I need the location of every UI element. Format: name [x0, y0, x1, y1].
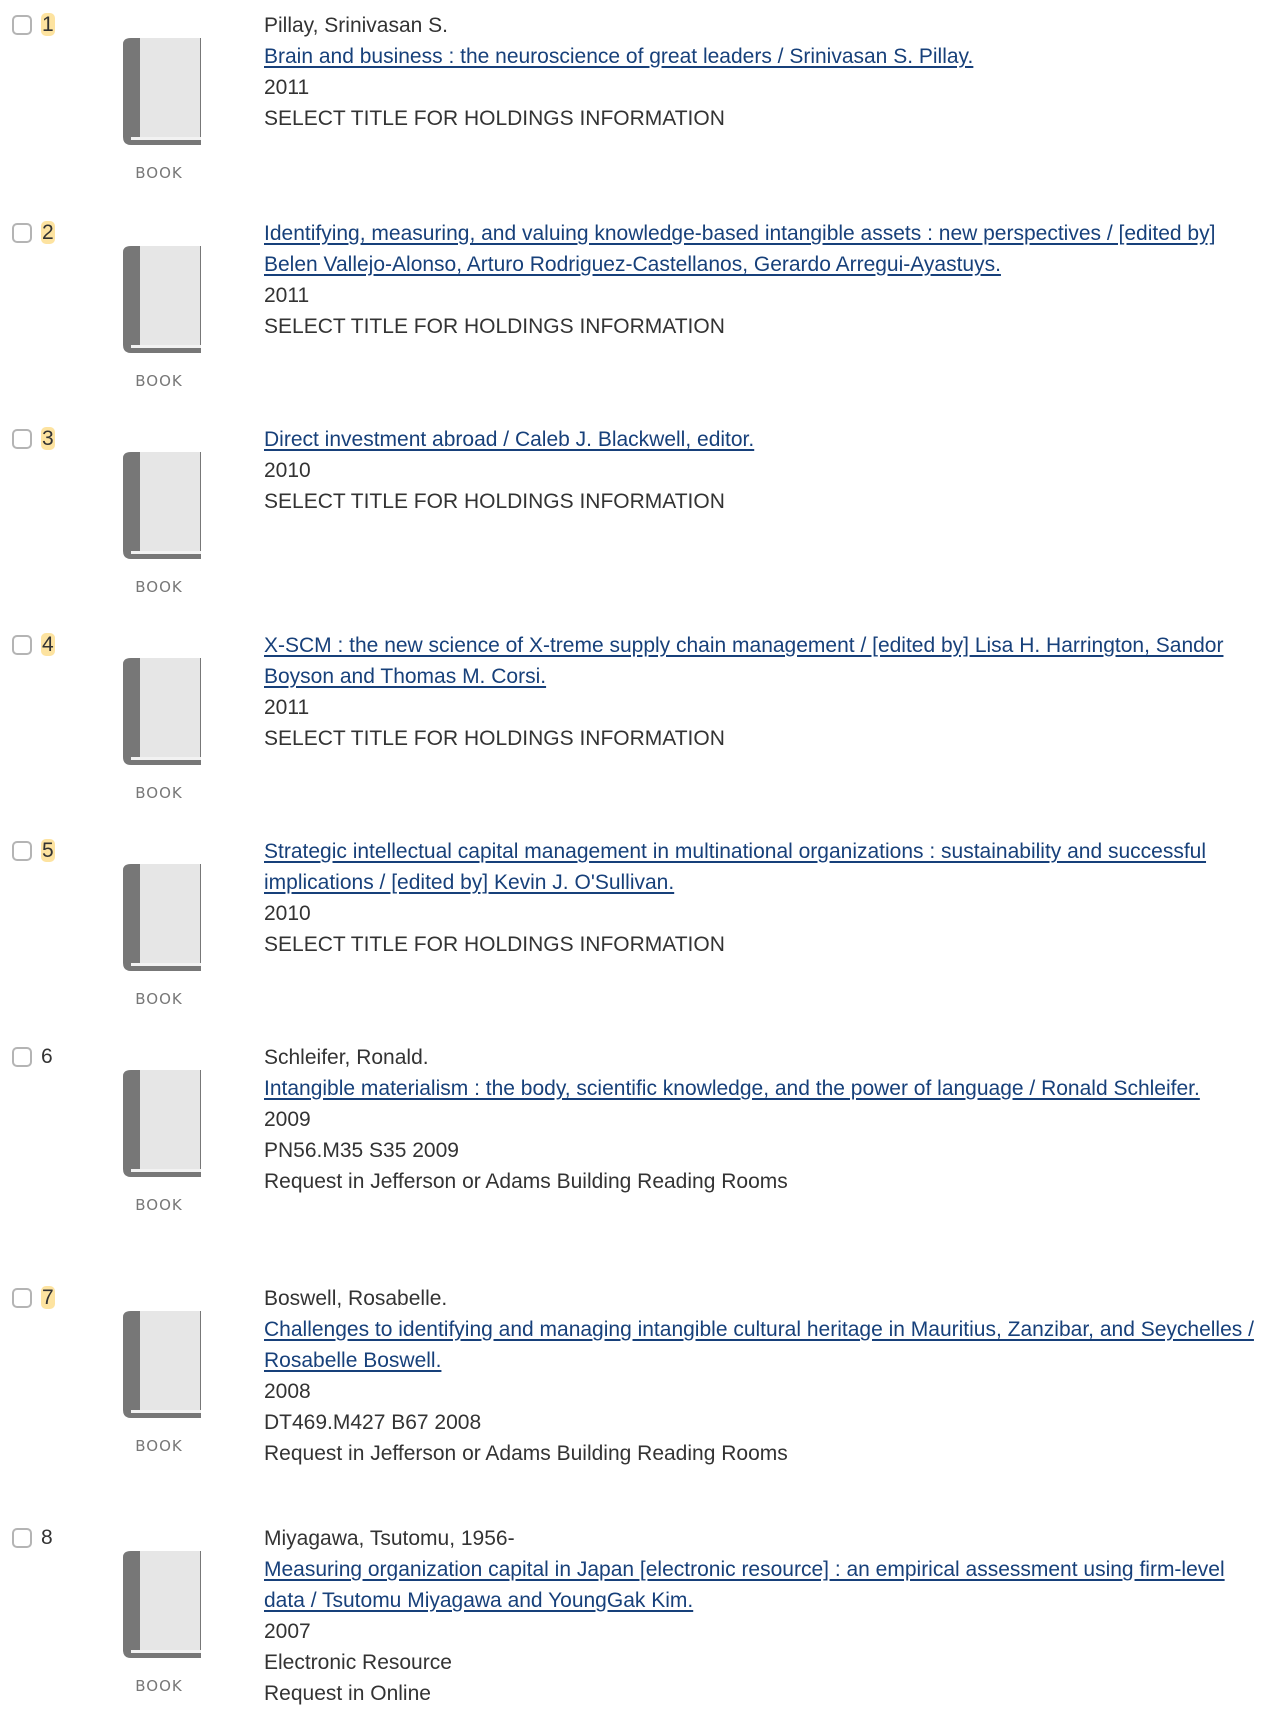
record-details: Identifying, measuring, and valuing know… — [264, 218, 1254, 342]
select-checkbox[interactable] — [12, 1528, 32, 1548]
book-icon — [123, 246, 201, 353]
record-details: X-SCM : the new science of X-treme suppl… — [264, 630, 1254, 754]
record-title-link[interactable]: Measuring organization capital in Japan … — [264, 1554, 1254, 1616]
record-number: 2 — [41, 221, 55, 244]
record-title-link[interactable]: Direct investment abroad / Caleb J. Blac… — [264, 424, 1254, 455]
book-icon — [123, 452, 201, 559]
record-holdings: Request in Online — [264, 1682, 431, 1705]
record-holdings: SELECT TITLE FOR HOLDINGS INFORMATION — [264, 107, 725, 130]
record-title-link[interactable]: Brain and business : the neuroscience of… — [264, 41, 1254, 72]
record-call-number: PN56.M35 S35 2009 — [264, 1139, 459, 1162]
record-call-number: DT469.M427 B67 2008 — [264, 1411, 482, 1434]
format-label: BOOK — [135, 990, 183, 1008]
record-details: Strategic intellectual capital managemen… — [264, 836, 1254, 960]
record-holdings: Request in Jefferson or Adams Building R… — [264, 1442, 788, 1465]
format-label: BOOK — [135, 578, 183, 596]
record-author: Pillay, Srinivasan S. — [264, 14, 449, 37]
book-thumbnail[interactable]: BOOK — [115, 1064, 203, 1219]
record-details: Direct investment abroad / Caleb J. Blac… — [264, 424, 1254, 517]
select-checkbox[interactable] — [12, 223, 32, 243]
format-label: BOOK — [135, 1196, 183, 1214]
record-details: Boswell, Rosabelle. Challenges to identi… — [264, 1283, 1254, 1469]
record-year: 2007 — [264, 1620, 311, 1643]
record-number: 8 — [41, 1526, 53, 1549]
record-author: Schleifer, Ronald. — [264, 1046, 429, 1069]
select-checkbox[interactable] — [12, 1047, 32, 1067]
record-title-link[interactable]: Strategic intellectual capital managemen… — [264, 836, 1254, 898]
record-title-link[interactable]: Intangible materialism : the body, scien… — [264, 1073, 1254, 1104]
format-label: BOOK — [135, 372, 183, 390]
record-details: Pillay, Srinivasan S. Brain and business… — [264, 10, 1254, 134]
book-icon — [123, 1551, 201, 1658]
record-number: 7 — [41, 1286, 55, 1309]
record-holdings: Request in Jefferson or Adams Building R… — [264, 1170, 788, 1193]
format-label: BOOK — [135, 1677, 183, 1695]
book-icon — [123, 1311, 201, 1418]
book-thumbnail[interactable]: BOOK — [115, 652, 203, 807]
record-details: Miyagawa, Tsutomu, 1956- Measuring organ… — [264, 1523, 1254, 1709]
select-checkbox[interactable] — [12, 1288, 32, 1308]
record-year: 2010 — [264, 459, 311, 482]
record-title-link[interactable]: Challenges to identifying and managing i… — [264, 1314, 1254, 1376]
book-thumbnail[interactable]: BOOK — [115, 446, 203, 601]
record-number: 4 — [41, 633, 55, 656]
record-details: Schleifer, Ronald. Intangible materialis… — [264, 1042, 1254, 1197]
book-icon — [123, 864, 201, 971]
record-title-link[interactable]: Identifying, measuring, and valuing know… — [264, 218, 1254, 280]
record-holdings: SELECT TITLE FOR HOLDINGS INFORMATION — [264, 490, 725, 513]
record-author: Boswell, Rosabelle. — [264, 1287, 448, 1310]
record-year: 2011 — [264, 696, 310, 719]
record-year: 2008 — [264, 1380, 311, 1403]
book-icon — [123, 38, 201, 145]
book-thumbnail[interactable]: BOOK — [115, 858, 203, 1013]
book-thumbnail[interactable]: BOOK — [115, 32, 203, 187]
format-label: BOOK — [135, 164, 183, 182]
book-thumbnail[interactable]: BOOK — [115, 1305, 203, 1460]
record-title-link[interactable]: X-SCM : the new science of X-treme suppl… — [264, 630, 1254, 692]
select-checkbox[interactable] — [12, 429, 32, 449]
book-thumbnail[interactable]: BOOK — [115, 1545, 203, 1700]
select-checkbox[interactable] — [12, 841, 32, 861]
record-call-number: Electronic Resource — [264, 1651, 452, 1674]
record-holdings: SELECT TITLE FOR HOLDINGS INFORMATION — [264, 933, 725, 956]
record-year: 2009 — [264, 1108, 311, 1131]
book-icon — [123, 1070, 201, 1177]
format-label: BOOK — [135, 1437, 183, 1455]
record-year: 2010 — [264, 902, 311, 925]
book-icon — [123, 658, 201, 765]
record-number: 3 — [41, 427, 55, 450]
record-number: 5 — [41, 839, 55, 862]
record-number: 6 — [41, 1045, 53, 1068]
record-year: 2011 — [264, 284, 310, 307]
record-year: 2011 — [264, 76, 310, 99]
select-checkbox[interactable] — [12, 635, 32, 655]
book-thumbnail[interactable]: BOOK — [115, 240, 203, 395]
record-holdings: SELECT TITLE FOR HOLDINGS INFORMATION — [264, 315, 725, 338]
record-number: 1 — [41, 13, 55, 36]
record-author: Miyagawa, Tsutomu, 1956- — [264, 1527, 515, 1550]
format-label: BOOK — [135, 784, 183, 802]
record-holdings: SELECT TITLE FOR HOLDINGS INFORMATION — [264, 727, 725, 750]
select-checkbox[interactable] — [12, 15, 32, 35]
